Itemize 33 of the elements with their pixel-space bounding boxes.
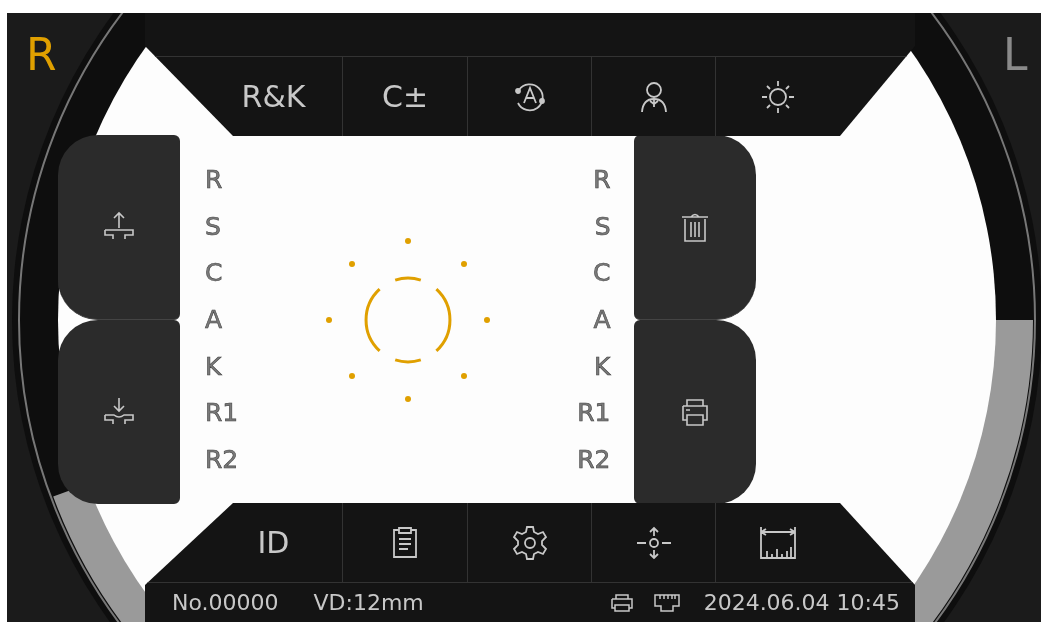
measurement-label: A xyxy=(593,304,611,337)
settings-icon xyxy=(510,523,549,562)
measurement-label: K xyxy=(594,350,611,383)
measurement-label: R1 xyxy=(205,397,240,430)
measurement-label: S xyxy=(205,210,222,243)
measurement-label: R2 xyxy=(205,444,240,477)
printer-icon xyxy=(609,592,634,613)
eye-label[interactable]: R xyxy=(26,33,57,77)
measurement-label: C xyxy=(593,257,611,290)
measurement-label: R xyxy=(205,164,224,196)
measurement-label: R xyxy=(593,164,611,196)
measurement-label: S xyxy=(594,210,611,243)
measurement-label: A xyxy=(205,304,224,337)
clipboard-icon xyxy=(391,525,419,560)
user-icon xyxy=(638,79,669,114)
date-time: 2024.06.04 10:45 xyxy=(703,589,900,617)
measurement-label: C xyxy=(205,257,224,290)
mode-button[interactable]: R&K xyxy=(205,57,343,136)
print-button[interactable] xyxy=(633,320,756,504)
vertex-distance: VD:12mm xyxy=(313,589,424,617)
record-number: No.00000 xyxy=(172,589,279,617)
sun-icon xyxy=(760,78,796,115)
ruler-icon xyxy=(758,524,798,561)
measurement-label: K xyxy=(205,350,223,383)
download-button[interactable] xyxy=(58,320,180,504)
eye-label[interactable]: L xyxy=(1003,33,1028,77)
mode-button[interactable]: C± xyxy=(343,57,468,136)
upload-button[interactable] xyxy=(58,135,180,320)
measurement-label: R2 xyxy=(577,444,611,477)
delete-button[interactable] xyxy=(633,135,756,320)
id-button[interactable]: ID xyxy=(205,503,343,582)
measurement-label: R1 xyxy=(577,397,611,430)
network-port-icon xyxy=(653,592,680,613)
